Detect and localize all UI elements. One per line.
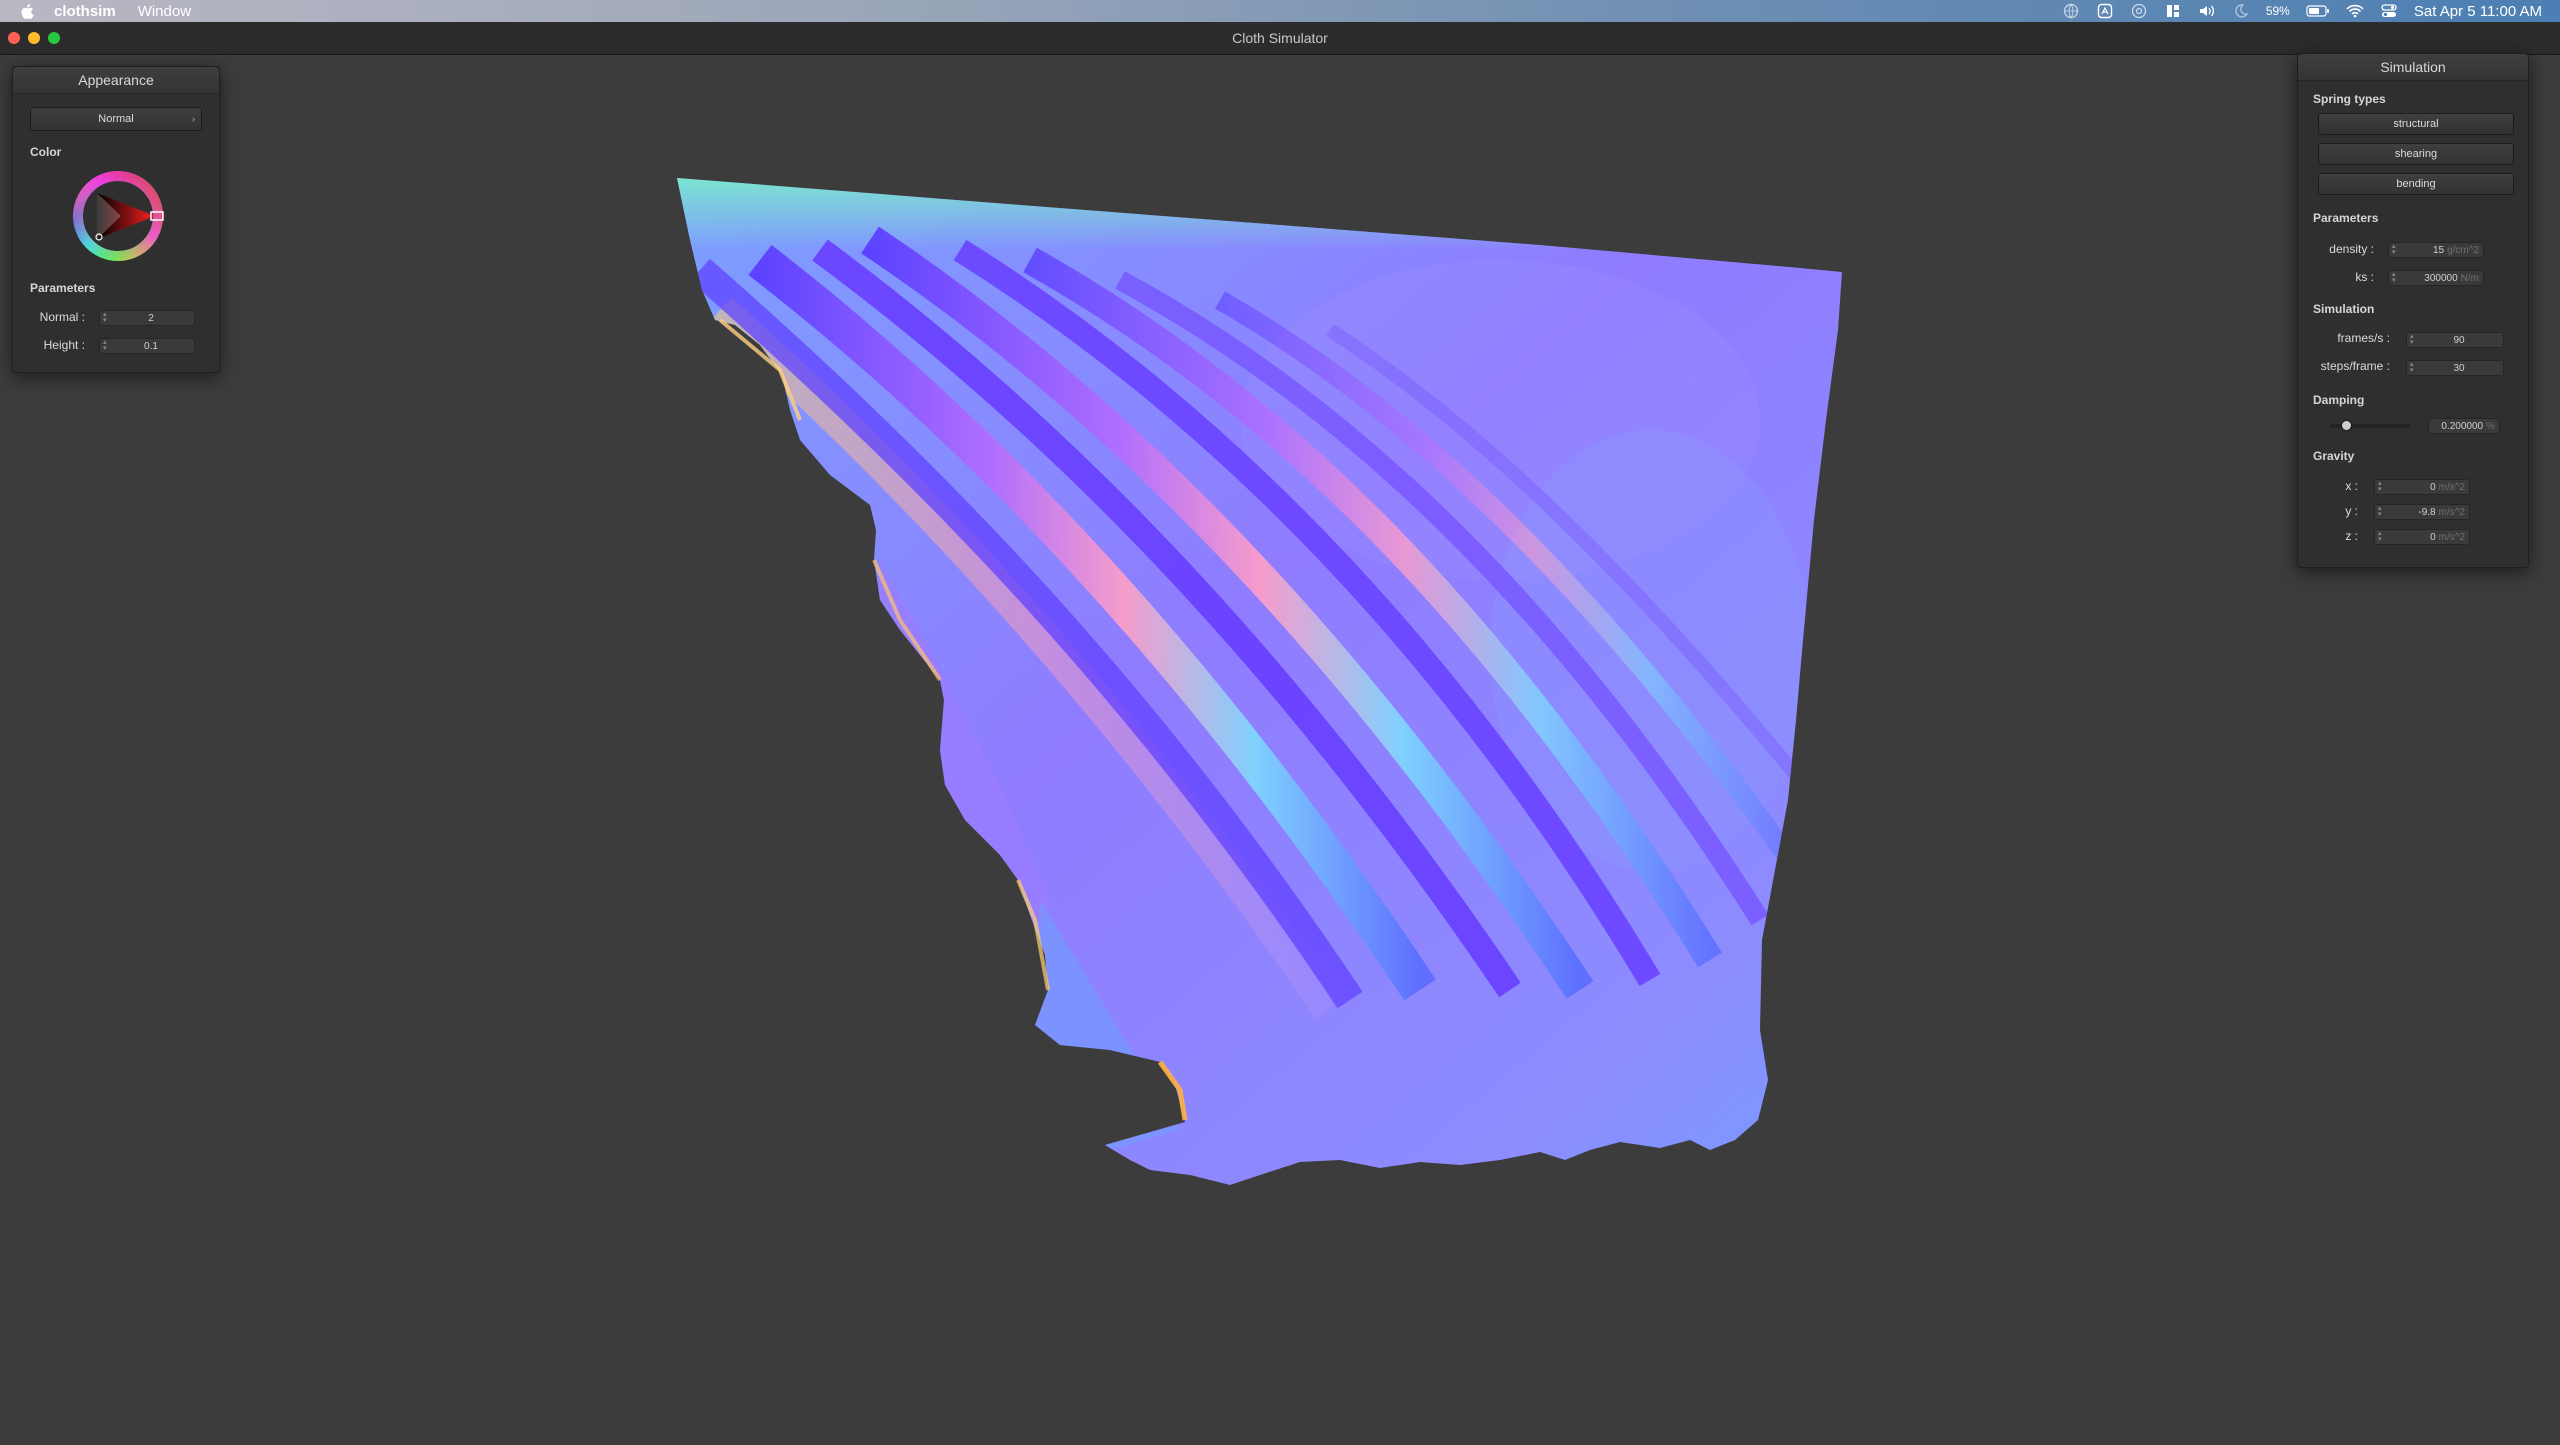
shearing-toggle-button[interactable]: shearing	[2318, 143, 2514, 165]
damping-value: 0.200000	[2441, 421, 2484, 432]
gravity-z-value: 0	[2430, 532, 2436, 543]
color-wheel[interactable]	[71, 169, 165, 263]
steps-per-frame-field[interactable]: ▴ ▾ 30	[2406, 360, 2504, 376]
spinner-icon[interactable]: ▴ ▾	[2378, 505, 2384, 518]
stage-manager-icon[interactable]	[2164, 3, 2182, 19]
gravity-y-label: y :	[2345, 504, 2358, 518]
spinner-icon[interactable]: ▴ ▾	[2392, 271, 2398, 284]
volume-icon[interactable]	[2198, 3, 2216, 19]
menu-bar-clock[interactable]: Sat Apr 5 11:00 AM	[2414, 3, 2542, 20]
appearance-panel-title[interactable]: Appearance	[13, 67, 219, 94]
shader-dropdown[interactable]: Normal ›	[30, 107, 202, 131]
window-title-bar: Cloth Simulator	[0, 22, 2560, 55]
density-field[interactable]: ▴ ▾ 15 g/cm^2	[2388, 242, 2484, 258]
battery-percent: 59%	[2265, 4, 2290, 18]
ks-unit: N/m	[2460, 273, 2479, 284]
control-center-icon[interactable]	[2380, 3, 2398, 19]
structural-toggle-button[interactable]: structural	[2318, 113, 2514, 135]
steps-per-frame-label: steps/frame :	[2320, 359, 2390, 373]
damping-field[interactable]: 0.200000%	[2428, 418, 2500, 434]
damping-label: Damping	[2313, 393, 2365, 407]
ks-value: 300000	[2424, 273, 2458, 284]
gravity-z-field[interactable]: ▴ ▾ 0 m/s^2	[2374, 529, 2470, 545]
gravity-x-label: x :	[2345, 479, 2358, 493]
height-value: 0.1	[144, 341, 158, 352]
wifi-icon[interactable]	[2346, 3, 2364, 19]
frames-per-second-field[interactable]: ▴ ▾ 90	[2406, 332, 2504, 348]
spinner-icon[interactable]: ▴ ▾	[2392, 243, 2398, 256]
spinner-icon[interactable]: ▴ ▾	[2378, 480, 2384, 493]
gravity-z-label: z :	[2345, 529, 2358, 543]
window-title: Cloth Simulator	[1232, 30, 1328, 46]
battery-icon[interactable]	[2306, 3, 2330, 19]
spinner-icon[interactable]: ▴ ▾	[103, 339, 109, 352]
vpn-globe-icon[interactable]	[2062, 3, 2080, 19]
spinner-icon[interactable]: ▴ ▾	[103, 311, 109, 324]
frames-per-second-value: 90	[2453, 335, 2465, 346]
shader-dropdown-value: Normal	[98, 113, 134, 125]
density-unit: g/cm^2	[2447, 245, 2479, 256]
apple-icon[interactable]	[20, 3, 36, 20]
screen-mirror-icon[interactable]	[2130, 3, 2148, 19]
gravity-y-field[interactable]: ▴ ▾ -9.8 m/s^2	[2374, 504, 2470, 520]
appearance-panel: Appearance Normal › Color Parameters Nor…	[12, 66, 220, 373]
density-label: density :	[2329, 242, 2374, 256]
color-section-label: Color	[30, 145, 62, 159]
damping-slider[interactable]	[2330, 421, 2410, 430]
window-menu[interactable]: Window	[138, 3, 191, 20]
ks-field[interactable]: ▴ ▾ 300000 N/m	[2388, 270, 2484, 286]
gravity-z-unit: m/s^2	[2438, 532, 2465, 543]
height-label: Height :	[43, 338, 85, 352]
chevron-right-icon: ›	[192, 114, 195, 124]
sim-parameters-label: Parameters	[2313, 211, 2379, 225]
appearance-parameters-label: Parameters	[30, 281, 96, 295]
gravity-x-unit: m/s^2	[2438, 482, 2465, 493]
normal-value: 2	[148, 313, 154, 324]
simulation-section-label: Simulation	[2313, 302, 2375, 316]
frames-per-second-label: frames/s :	[2337, 331, 2390, 345]
3d-viewport[interactable]	[0, 55, 2560, 1440]
ks-label: ks :	[2355, 270, 2374, 284]
gravity-x-field[interactable]: ▴ ▾ 0 m/s^2	[2374, 479, 2470, 495]
gravity-x-value: 0	[2430, 482, 2436, 493]
spinner-icon[interactable]: ▴ ▾	[2378, 530, 2384, 543]
macos-menu-bar: clothsim Window 59% Sat Apr 5 11:00 AM	[0, 0, 2560, 22]
spinner-icon[interactable]: ▴ ▾	[2410, 333, 2416, 346]
normal-field[interactable]: ▴ ▾ 2	[99, 310, 195, 326]
bending-toggle-button[interactable]: bending	[2318, 173, 2514, 195]
density-value: 15	[2432, 245, 2445, 256]
simulation-panel: Simulation Spring types structural shear…	[2297, 53, 2529, 568]
damping-unit: %	[2486, 421, 2495, 432]
cloth-mesh[interactable]	[0, 55, 2560, 1440]
damping-slider-knob[interactable]	[2341, 421, 2351, 430]
app-store-icon[interactable]	[2096, 3, 2114, 19]
gravity-y-value: -9.8	[2418, 507, 2436, 518]
steps-per-frame-value: 30	[2453, 363, 2465, 374]
height-field[interactable]: ▴ ▾ 0.1	[99, 338, 195, 354]
normal-label: Normal :	[39, 310, 85, 324]
spring-types-label: Spring types	[2313, 92, 2386, 106]
do-not-disturb-moon-icon[interactable]	[2232, 3, 2250, 19]
gravity-label: Gravity	[2313, 449, 2355, 463]
simulation-panel-title[interactable]: Simulation	[2298, 54, 2528, 81]
app-menu[interactable]: clothsim	[54, 3, 116, 20]
gravity-y-unit: m/s^2	[2438, 507, 2465, 518]
spinner-icon[interactable]: ▴ ▾	[2410, 361, 2416, 374]
